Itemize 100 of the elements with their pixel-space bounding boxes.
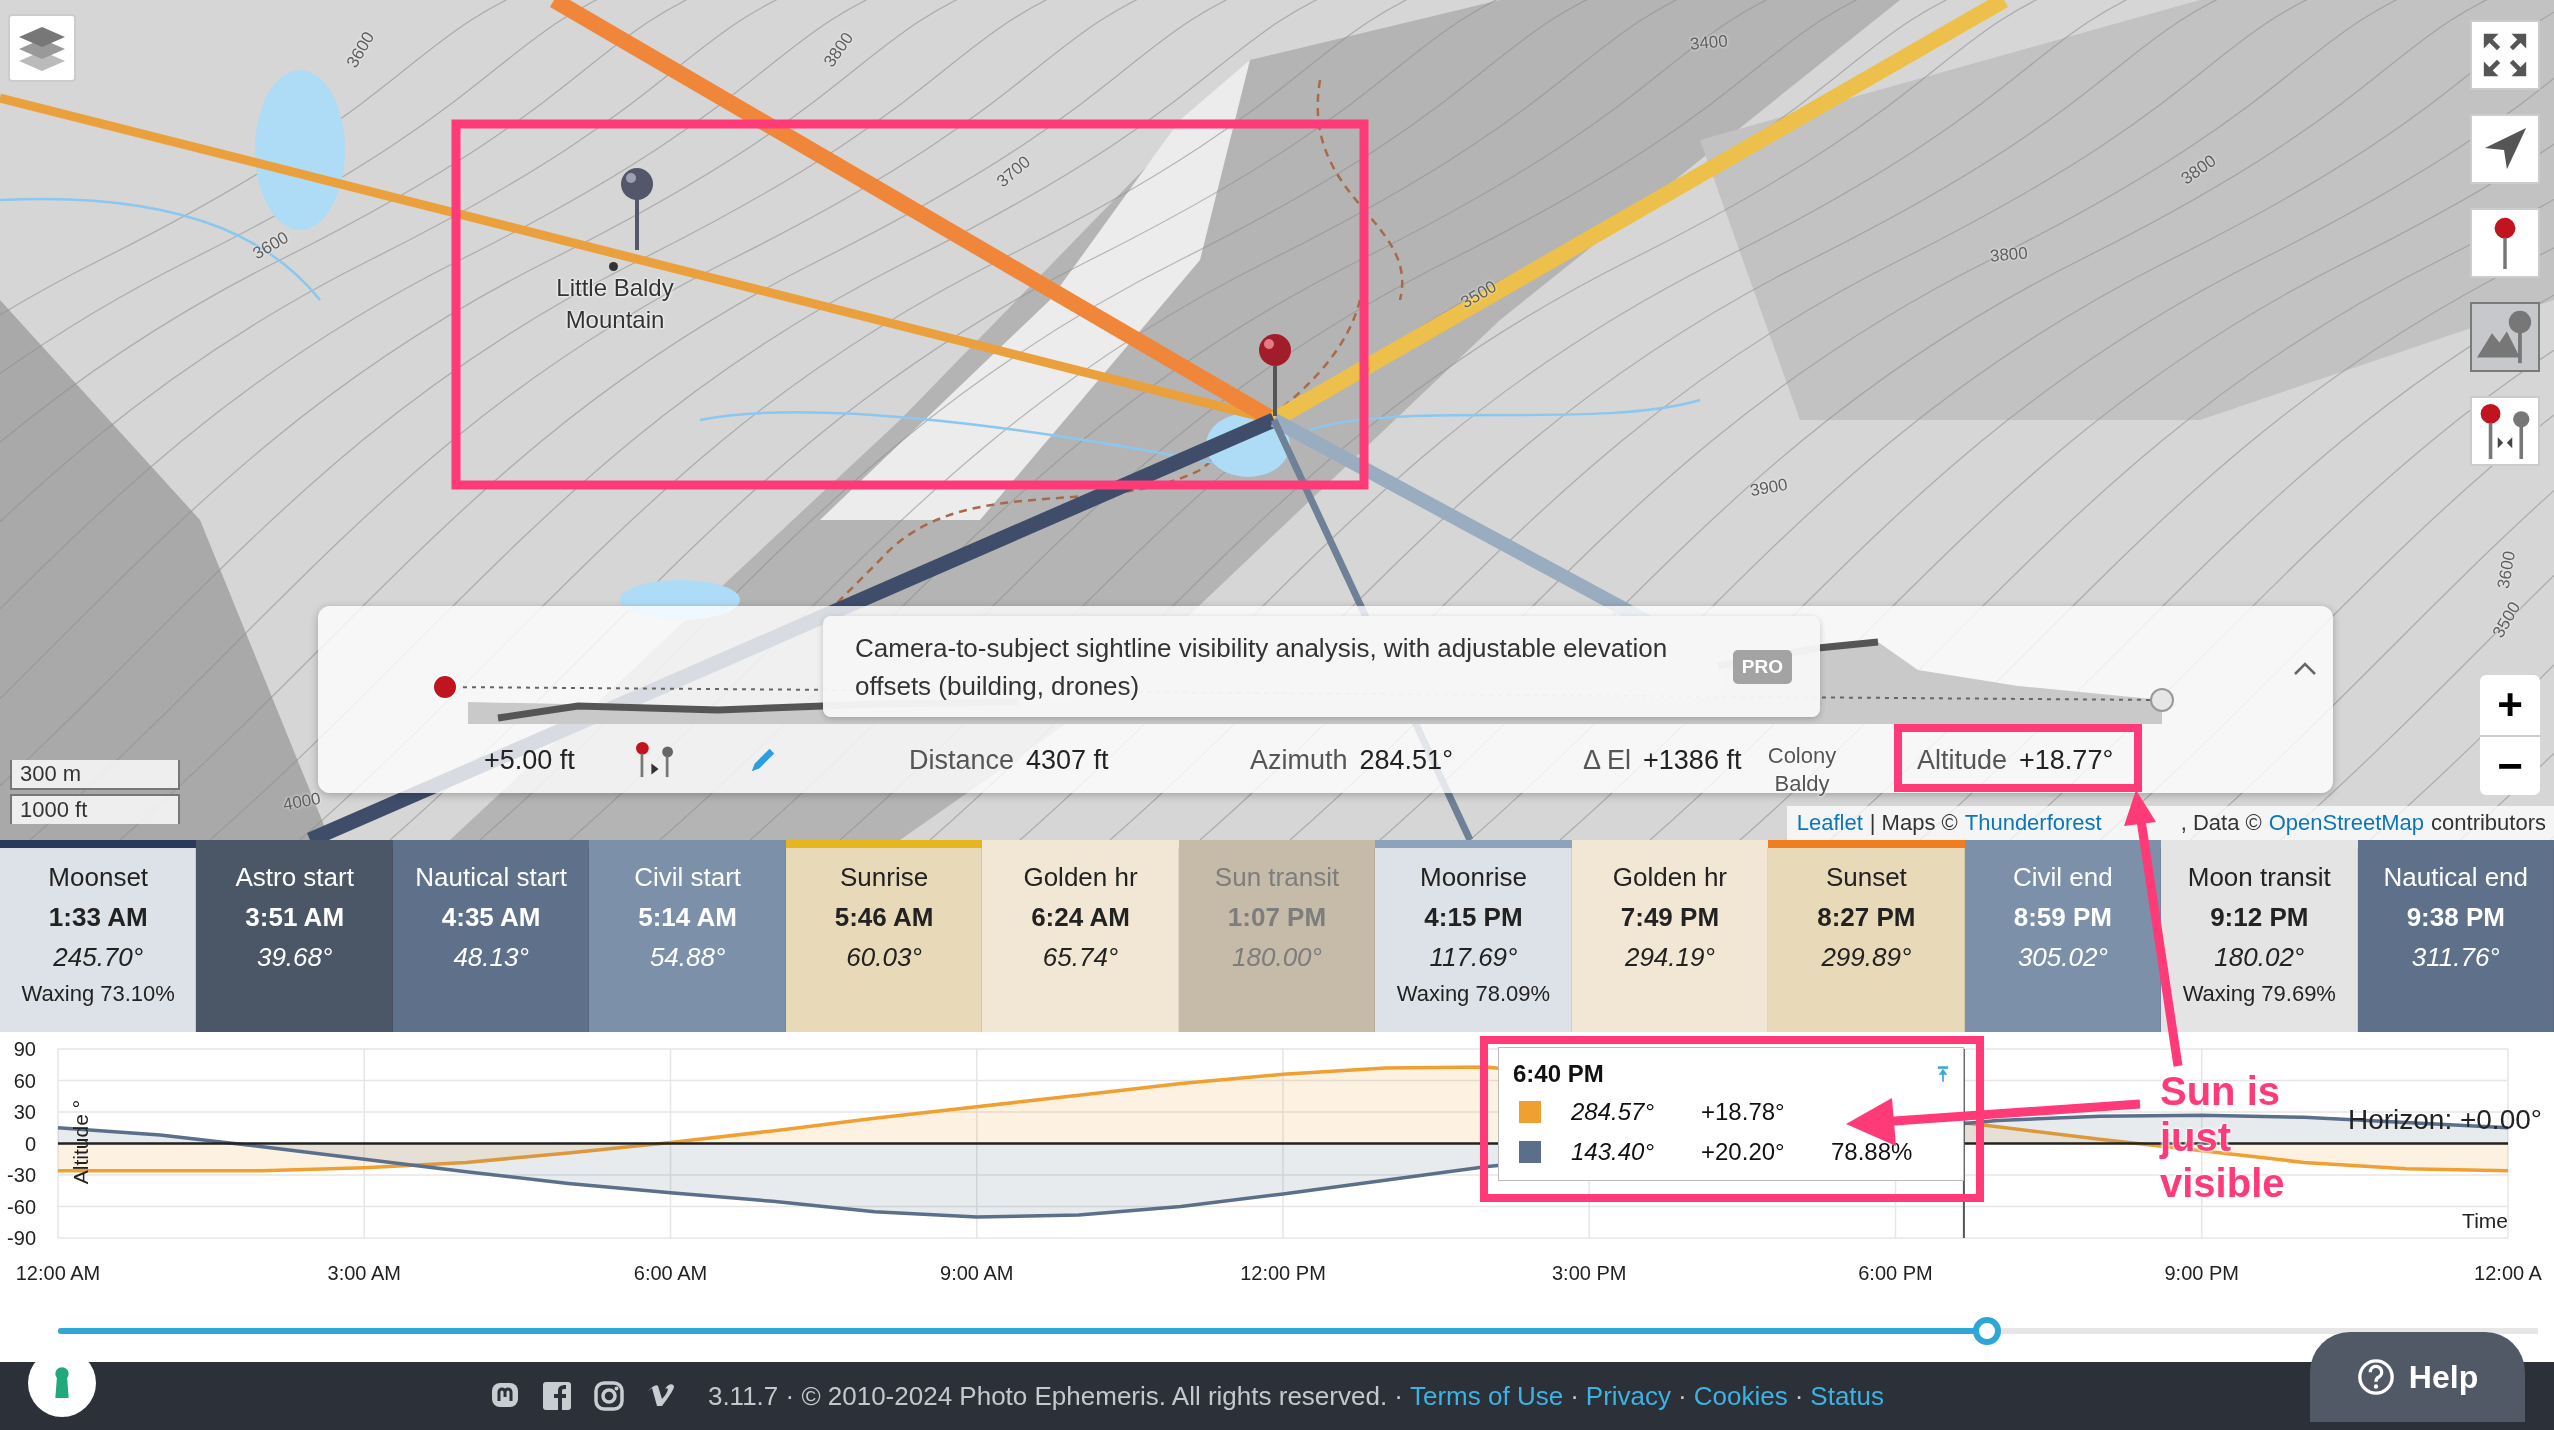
help-button[interactable]: Help <box>2310 1332 2525 1422</box>
attribution-link[interactable]: Leaflet <box>1796 810 1863 836</box>
event-name: Moonrise <box>1420 861 1527 894</box>
moon-phase: Waxing 79.69% <box>2182 980 2336 1008</box>
event-azimuth: 54.88° <box>649 941 726 974</box>
fullscreen-button[interactable] <box>2470 20 2540 90</box>
event-azimuth: 180.02° <box>2214 941 2305 974</box>
footer-link[interactable]: Status <box>1810 1380 1885 1412</box>
event-time: 5:14 AM <box>638 901 737 934</box>
tooltip-illumination: 78.88% <box>1831 1138 1913 1166</box>
footer-link[interactable]: Privacy <box>1585 1380 1672 1412</box>
footer-text: 3.11.7 · © 2010-2024 Photo Ephemeris. All rights reserved. · <box>707 1380 1403 1412</box>
axis-tick-label: 60 <box>13 1069 36 1092</box>
stat-value: +18.77° <box>2019 744 2114 776</box>
event-time: 9:38 PM <box>2406 901 2505 934</box>
stat-label: Δ El <box>1583 744 1632 776</box>
contour-label: 3600 <box>2493 549 2521 591</box>
fullscreen-icon <box>2482 32 2528 78</box>
event-azimuth: 180.00° <box>1232 941 1322 974</box>
event-cell[interactable]: Moonrise 4:15 PM 117.69° Waxing 78.09% <box>1375 840 1572 1032</box>
event-cell[interactable]: Astro start 3:51 AM 39.68° <box>196 840 393 1032</box>
moon-phase: Waxing 73.10% <box>21 980 175 1008</box>
axis-tick-label: 30 <box>13 1101 36 1123</box>
place-label: Little Baldy Mountain <box>556 273 674 335</box>
event-time: 1:33 AM <box>48 901 148 934</box>
event-time: 8:59 PM <box>2013 901 2112 934</box>
event-name: Nautical start <box>415 861 567 894</box>
event-name: Golden hr <box>1612 861 1727 894</box>
tooltip-altitude: +20.20° <box>1701 1138 1786 1166</box>
caret-up-icon <box>2293 662 2317 676</box>
event-azimuth: 117.69° <box>1429 941 1518 974</box>
contour-label: 3900 <box>1748 474 1790 502</box>
zoom-out-button[interactable]: − <box>2480 735 2540 795</box>
moon-phase: Waxing 78.09% <box>1396 980 1551 1008</box>
attribution-text: contributors <box>2431 810 2546 836</box>
event-name: Moon transit <box>2187 861 2331 894</box>
stat-value: +1386 ft <box>1643 744 1742 776</box>
facebook-icon[interactable] <box>541 1381 572 1411</box>
event-time: 7:49 PM <box>1620 901 1720 934</box>
axis-tick-label: 0 <box>24 1132 36 1155</box>
axis-tick-label: -90 <box>7 1227 36 1249</box>
event-time: 9:12 PM <box>2210 901 2309 934</box>
attribution-link[interactable]: Thunderforest <box>1964 810 2102 836</box>
footer-link[interactable]: Terms of Use <box>1410 1380 1564 1412</box>
peak-marker-icon <box>609 262 618 271</box>
event-azimuth: 60.03° <box>846 941 922 974</box>
stat-label: Altitude <box>1917 744 2008 776</box>
stat-label: Distance <box>909 744 1015 776</box>
event-time: 3:51 AM <box>245 901 345 934</box>
event-cell[interactable]: Golden hr 7:49 PM 294.19° <box>1571 840 1769 1032</box>
event-cell[interactable]: Moon transit 9:12 PM 180.02° Waxing 79.69% <box>2161 840 2358 1032</box>
contour-label: 4000 <box>281 788 323 816</box>
event-time: 4:35 AM <box>441 901 541 934</box>
tooltip-altitude: +18.78° <box>1701 1098 1786 1126</box>
event-name: Golden hr <box>1023 861 1138 894</box>
attribution-link[interactable]: OpenStreetMap <box>2268 810 2425 836</box>
event-azimuth: 294.19° <box>1624 941 1715 974</box>
event-cell[interactable]: Nautical start 4:35 AM 48.13° <box>392 840 590 1032</box>
event-time: 1:07 PM <box>1227 901 1327 934</box>
event-cell[interactable]: Golden hr 6:24 AM 65.74° <box>982 840 1179 1032</box>
stat-value: 4307 ft <box>1026 744 1109 776</box>
axis-tick-label: 12:00 PM <box>1240 1262 1326 1284</box>
event-cell[interactable]: Sunrise 5:46 AM 60.03° <box>785 840 983 1032</box>
scene-button[interactable] <box>2470 302 2540 372</box>
event-time: 8:27 PM <box>1817 901 1916 934</box>
map-pin[interactable] <box>619 166 655 250</box>
contour-label: 3600 <box>249 227 293 265</box>
axis-tick-label: 9:00 PM <box>2164 1262 2239 1284</box>
attribution-text: | Maps © <box>1869 810 1958 836</box>
event-azimuth: 311.76° <box>2411 941 2500 974</box>
scale-bar: 1000 ft <box>10 794 180 824</box>
pin-button[interactable] <box>2470 208 2540 278</box>
event-name: Nautical end <box>2383 861 2529 894</box>
layers-button[interactable] <box>8 14 76 82</box>
pins-swap-icon[interactable] <box>635 742 675 778</box>
slider-thumb[interactable] <box>1973 1317 2002 1345</box>
axis-title: Time <box>2462 1209 2508 1232</box>
tooltip-time: 6:40 PM <box>1513 1060 1604 1088</box>
tooltip-azimuth: 284.57° <box>1571 1098 1655 1126</box>
instagram-icon[interactable] <box>593 1381 624 1411</box>
pin-icon[interactable] <box>1937 1065 1949 1083</box>
event-cell[interactable]: Moonset 1:33 AM 245.70° Waxing 73.10% <box>0 840 197 1032</box>
zoom-in-button[interactable]: + <box>2480 675 2540 735</box>
event-azimuth: 65.74° <box>1042 941 1119 974</box>
stat-label: Azimuth <box>1250 744 1348 776</box>
attribution-text: , Data © <box>2180 810 2262 836</box>
event-name: Sun transit <box>1214 861 1340 894</box>
event-cell[interactable]: Sunset 8:27 PM 299.89° <box>1768 840 1965 1032</box>
event-azimuth: 299.89° <box>1821 941 1912 974</box>
axis-tick-label: -60 <box>7 1195 36 1218</box>
axis-tick-label: 3:00 PM <box>1552 1262 1627 1284</box>
pins-button[interactable] <box>2470 396 2540 466</box>
event-azimuth: 305.02° <box>2017 941 2108 974</box>
event-cell[interactable]: Nautical end 9:38 PM 311.76° <box>2357 840 2554 1032</box>
footer-link[interactable]: Cookies <box>1693 1380 1788 1412</box>
locate-button[interactable] <box>2470 114 2540 184</box>
map-pin[interactable] <box>1257 332 1293 416</box>
axis-tick-label: 3:00 AM <box>327 1262 401 1284</box>
footer-text: · <box>1678 1380 1687 1412</box>
offset-value[interactable]: +5.00 ft <box>484 744 575 776</box>
